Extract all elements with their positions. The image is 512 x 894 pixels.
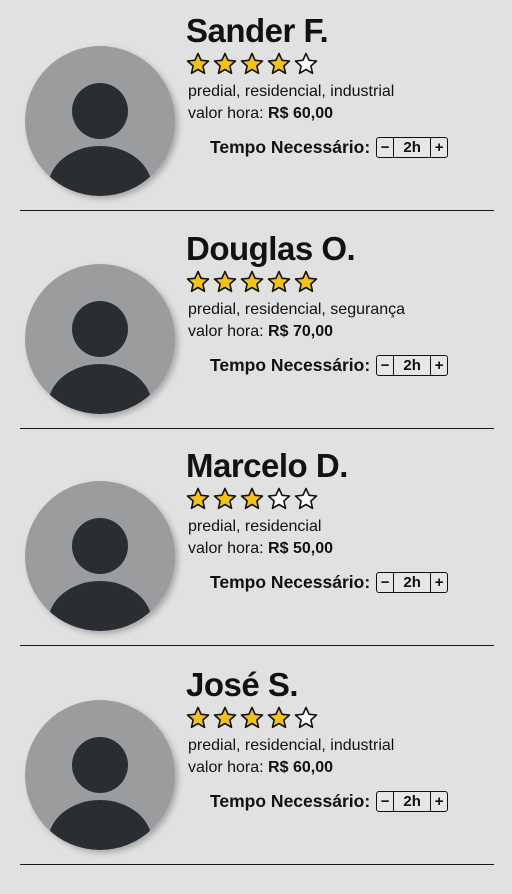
rating-stars xyxy=(186,487,318,511)
rate-value: R$ 60,00 xyxy=(268,759,333,776)
time-value: 2h xyxy=(393,791,432,811)
star-filled-icon xyxy=(186,487,210,510)
star-filled-icon xyxy=(213,52,237,75)
star-filled-icon xyxy=(186,706,210,729)
time-stepper[interactable]: − 2h + xyxy=(376,790,449,812)
star-filled-icon xyxy=(267,706,291,729)
increment-button[interactable]: + xyxy=(431,573,447,592)
time-stepper[interactable]: − 2h + xyxy=(376,136,449,158)
rate-label: valor hora: xyxy=(188,323,264,340)
service-tags: predial, residencial, segurança xyxy=(188,301,406,318)
star-filled-icon xyxy=(267,52,291,75)
increment-button[interactable]: + xyxy=(431,792,447,811)
star-filled-icon xyxy=(186,52,210,75)
divider xyxy=(20,428,494,429)
time-required: Tempo Necessário: − 2h + xyxy=(210,571,449,593)
star-empty-icon xyxy=(294,487,318,510)
provider-card[interactable]: Douglas O. predial, residencial, seguran… xyxy=(0,218,512,436)
divider xyxy=(20,864,494,865)
time-stepper[interactable]: − 2h + xyxy=(376,571,449,593)
time-label: Tempo Necessário: xyxy=(210,136,371,157)
service-tags: predial, residencial, industrial xyxy=(188,83,395,100)
rate-label: valor hora: xyxy=(188,759,264,776)
star-filled-icon xyxy=(240,487,264,510)
rating-stars xyxy=(186,706,318,730)
time-required: Tempo Necessário: − 2h + xyxy=(210,136,449,158)
star-filled-icon xyxy=(213,487,237,510)
hourly-rate: valor hora: R$ 50,00 xyxy=(188,539,333,559)
time-value: 2h xyxy=(393,137,432,157)
star-empty-icon xyxy=(294,706,318,729)
user-silhouette-icon xyxy=(25,264,175,414)
increment-button[interactable]: + xyxy=(431,356,447,375)
star-filled-icon xyxy=(213,270,237,293)
divider xyxy=(20,645,494,646)
time-label: Tempo Necessário: xyxy=(210,790,371,811)
time-value: 2h xyxy=(393,355,432,375)
provider-name: Douglas O. xyxy=(186,230,356,267)
star-empty-icon xyxy=(267,487,291,510)
decrement-button[interactable]: − xyxy=(377,138,393,157)
time-label: Tempo Necessário: xyxy=(210,571,371,592)
time-value: 2h xyxy=(393,572,432,592)
time-required: Tempo Necessário: − 2h + xyxy=(210,354,449,376)
provider-name: Sander F. xyxy=(186,12,329,49)
increment-button[interactable]: + xyxy=(431,138,447,157)
rate-value: R$ 60,00 xyxy=(268,105,333,122)
provider-card[interactable]: Marcelo D. predial, residencial valor ho… xyxy=(0,435,512,653)
provider-name: Marcelo D. xyxy=(186,447,348,484)
star-filled-icon xyxy=(267,270,291,293)
user-silhouette-icon xyxy=(25,46,175,196)
provider-card[interactable]: José S. predial, residencial, industrial… xyxy=(0,654,512,872)
star-filled-icon xyxy=(240,52,264,75)
star-filled-icon xyxy=(294,270,318,293)
provider-card[interactable]: Sander F. predial, residencial, industri… xyxy=(0,0,512,218)
provider-name: José S. xyxy=(186,666,299,703)
star-filled-icon xyxy=(240,706,264,729)
user-silhouette-icon xyxy=(25,700,175,850)
user-silhouette-icon xyxy=(25,481,175,631)
rate-value: R$ 70,00 xyxy=(268,323,333,340)
hourly-rate: valor hora: R$ 60,00 xyxy=(188,758,333,778)
hourly-rate: valor hora: R$ 70,00 xyxy=(188,322,333,342)
rating-stars xyxy=(186,52,318,76)
rate-value: R$ 50,00 xyxy=(268,540,333,557)
decrement-button[interactable]: − xyxy=(377,573,393,592)
divider xyxy=(20,210,494,211)
service-tags: predial, residencial, industrial xyxy=(188,737,395,754)
star-empty-icon xyxy=(294,52,318,75)
decrement-button[interactable]: − xyxy=(377,792,393,811)
star-filled-icon xyxy=(240,270,264,293)
time-required: Tempo Necessário: − 2h + xyxy=(210,790,449,812)
time-label: Tempo Necessário: xyxy=(210,354,371,375)
rate-label: valor hora: xyxy=(188,540,264,557)
rating-stars xyxy=(186,270,318,294)
time-stepper[interactable]: − 2h + xyxy=(376,354,449,376)
decrement-button[interactable]: − xyxy=(377,356,393,375)
service-tags: predial, residencial xyxy=(188,518,322,535)
star-filled-icon xyxy=(213,706,237,729)
rate-label: valor hora: xyxy=(188,105,264,122)
hourly-rate: valor hora: R$ 60,00 xyxy=(188,104,333,124)
star-filled-icon xyxy=(186,270,210,293)
